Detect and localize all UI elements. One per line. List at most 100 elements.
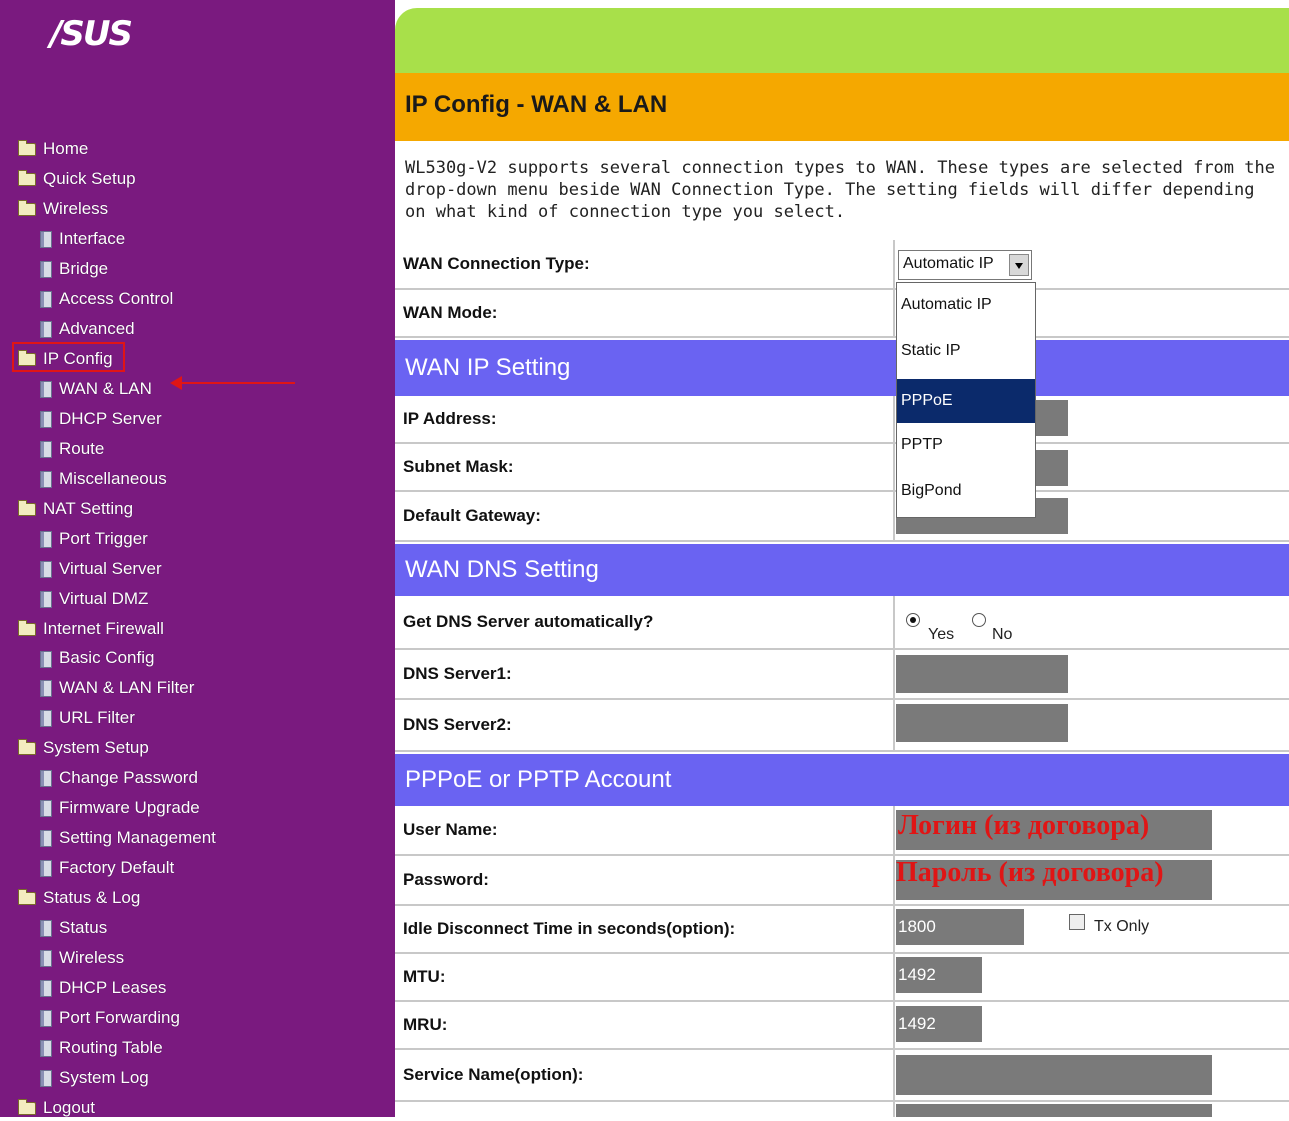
folder-icon: [18, 199, 36, 216]
tx-only-label: Tx Only: [1094, 918, 1150, 935]
idle-time-label: Idle Disconnect Time in seconds(option):: [403, 919, 736, 938]
folder-icon: [18, 499, 36, 516]
dropdown-option-pppoe[interactable]: PPPoE: [897, 379, 1035, 423]
ip-address-row: IP Address:: [395, 396, 1289, 444]
sidebar-item-quick-setup[interactable]: Quick Setup: [18, 166, 136, 192]
sidebar-item-label: Factory Default: [59, 858, 175, 878]
sidebar-item-label: Quick Setup: [43, 168, 136, 188]
dropdown-option-pptp[interactable]: PPTP: [897, 423, 1035, 467]
sidebar-item-interface[interactable]: Interface: [40, 226, 125, 252]
sidebar: /SUS Home Quick Setup Wireless Interface Bri…: [0, 0, 395, 1117]
dns-server2-input[interactable]: [896, 704, 1068, 742]
mru-value: 1492: [898, 1014, 936, 1033]
sidebar-item-advanced[interactable]: Advanced: [40, 316, 135, 342]
sidebar-item-label: Wireless: [59, 948, 125, 968]
sidebar-item-dhcp-server[interactable]: DHCP Server: [40, 406, 162, 432]
dns-auto-yes-radio[interactable]: [906, 613, 920, 627]
sidebar-item-wireless[interactable]: Wireless: [18, 196, 108, 222]
sidebar-item-url-filter[interactable]: URL Filter: [40, 705, 135, 731]
document-icon: [40, 950, 52, 968]
section-pppoe-account: PPPoE or PPTP Account: [395, 754, 1289, 806]
sidebar-item-firmware-upgrade[interactable]: Firmware Upgrade: [40, 795, 200, 821]
document-icon: [40, 380, 52, 398]
next-input[interactable]: [896, 1104, 1212, 1117]
sidebar-item-basic-config[interactable]: Basic Config: [40, 645, 154, 671]
sidebar-item-label: Status: [59, 918, 108, 938]
sidebar-item-change-password[interactable]: Change Password: [40, 765, 198, 791]
sidebar-item-virtual-server[interactable]: Virtual Server: [40, 556, 162, 582]
chevron-down-icon[interactable]: [1009, 254, 1029, 276]
sidebar-item-internet-firewall[interactable]: Internet Firewall: [18, 616, 164, 642]
idle-time-row: Idle Disconnect Time in seconds(option):: [395, 906, 1289, 954]
folder-icon: [18, 1099, 36, 1116]
ip-address-input[interactable]: [1036, 400, 1068, 436]
intro-text: WL530g-V2 supports several connection ty…: [405, 158, 1275, 222]
dropdown-option-static-ip[interactable]: Static IP: [897, 329, 1035, 373]
sidebar-item-virtual-dmz[interactable]: Virtual DMZ: [40, 586, 148, 612]
document-icon: [40, 290, 52, 308]
ip-address-label: IP Address:: [403, 409, 497, 428]
sidebar-item-miscellaneous[interactable]: Miscellaneous: [40, 466, 167, 492]
sidebar-item-system-setup[interactable]: System Setup: [18, 735, 149, 761]
idle-time-input[interactable]: 1800: [896, 909, 1024, 945]
dns-server1-row: DNS Server1:: [395, 650, 1289, 700]
document-icon: [40, 440, 52, 458]
sidebar-item-port-forwarding[interactable]: Port Forwarding: [40, 1005, 180, 1031]
sidebar-item-setting-management[interactable]: Setting Management: [40, 825, 216, 851]
sidebar-item-logout[interactable]: Logout: [18, 1095, 95, 1121]
sidebar-item-wireless[interactable]: Wireless: [40, 945, 124, 971]
subnet-mask-input[interactable]: [1036, 450, 1068, 486]
document-icon: [40, 470, 52, 488]
mtu-input[interactable]: 1492: [896, 957, 982, 993]
folder-icon: [18, 739, 36, 756]
mtu-value: 1492: [898, 965, 936, 984]
wan-connection-type-select[interactable]: Automatic IP: [898, 250, 1032, 280]
password-annotation: Пароль (из договора): [896, 857, 1164, 888]
sidebar-item-bridge[interactable]: Bridge: [40, 256, 108, 282]
sidebar-item-label: NAT Setting: [43, 498, 134, 518]
wan-connection-type-row: WAN Connection Type:: [395, 240, 1289, 290]
sidebar-item-label: Advanced: [59, 318, 135, 338]
sidebar-item-label: Port Forwarding: [59, 1008, 180, 1028]
dns-auto-no-radio[interactable]: [972, 613, 986, 627]
sidebar-item-route[interactable]: Route: [40, 436, 104, 462]
sidebar-item-home[interactable]: Home: [18, 136, 88, 162]
sidebar-item-wan-and-lan-filter[interactable]: WAN & LAN Filter: [40, 675, 194, 701]
sidebar-item-label: URL Filter: [59, 708, 135, 728]
sidebar-item-nat-setting[interactable]: NAT Setting: [18, 496, 133, 522]
dns-server1-input[interactable]: [896, 655, 1068, 693]
sidebar-item-dhcp-leases[interactable]: DHCP Leases: [40, 975, 166, 1001]
folder-icon: [18, 889, 36, 906]
dns-server2-label: DNS Server2:: [403, 715, 512, 734]
mru-input[interactable]: 1492: [896, 1006, 982, 1042]
tx-only-checkbox[interactable]: [1069, 914, 1085, 930]
subnet-mask-row: Subnet Mask:: [395, 444, 1289, 492]
sidebar-item-system-log[interactable]: System Log: [40, 1065, 149, 1091]
document-icon: [40, 1040, 52, 1058]
dropdown-option-automatic-ip[interactable]: Automatic IP: [897, 283, 1035, 327]
wan-connection-type-value: Automatic IP: [903, 255, 994, 272]
sidebar-item-label: Status & Log: [43, 888, 141, 908]
sidebar-item-port-trigger[interactable]: Port Trigger: [40, 526, 148, 552]
document-icon: [40, 560, 52, 578]
sidebar-item-routing-table[interactable]: Routing Table: [40, 1035, 163, 1061]
wan-mode-row: WAN Mode:: [395, 290, 1289, 338]
document-icon: [40, 710, 52, 728]
sidebar-item-status-and-log[interactable]: Status & Log: [18, 885, 140, 911]
sidebar-item-label: Firmware Upgrade: [59, 798, 200, 818]
dns-server2-row: DNS Server2:: [395, 700, 1289, 752]
dropdown-option-bigpond[interactable]: BigPond: [897, 469, 1035, 513]
folder-icon: [18, 619, 36, 636]
subnet-mask-label: Subnet Mask:: [403, 457, 514, 476]
asus-logo: /SUS: [50, 14, 133, 54]
sidebar-item-status[interactable]: Status: [40, 915, 107, 941]
sidebar-item-factory-default[interactable]: Factory Default: [40, 855, 174, 881]
idle-time-value: 1800: [898, 917, 936, 936]
sidebar-item-label: System Log: [59, 1068, 149, 1088]
document-icon: [40, 800, 52, 818]
service-name-input[interactable]: [896, 1055, 1212, 1095]
sidebar-item-wan-and-lan[interactable]: WAN & LAN: [40, 376, 152, 402]
sidebar-item-label: DHCP Server: [59, 408, 162, 428]
document-icon: [40, 860, 52, 878]
sidebar-item-access-control[interactable]: Access Control: [40, 286, 173, 312]
